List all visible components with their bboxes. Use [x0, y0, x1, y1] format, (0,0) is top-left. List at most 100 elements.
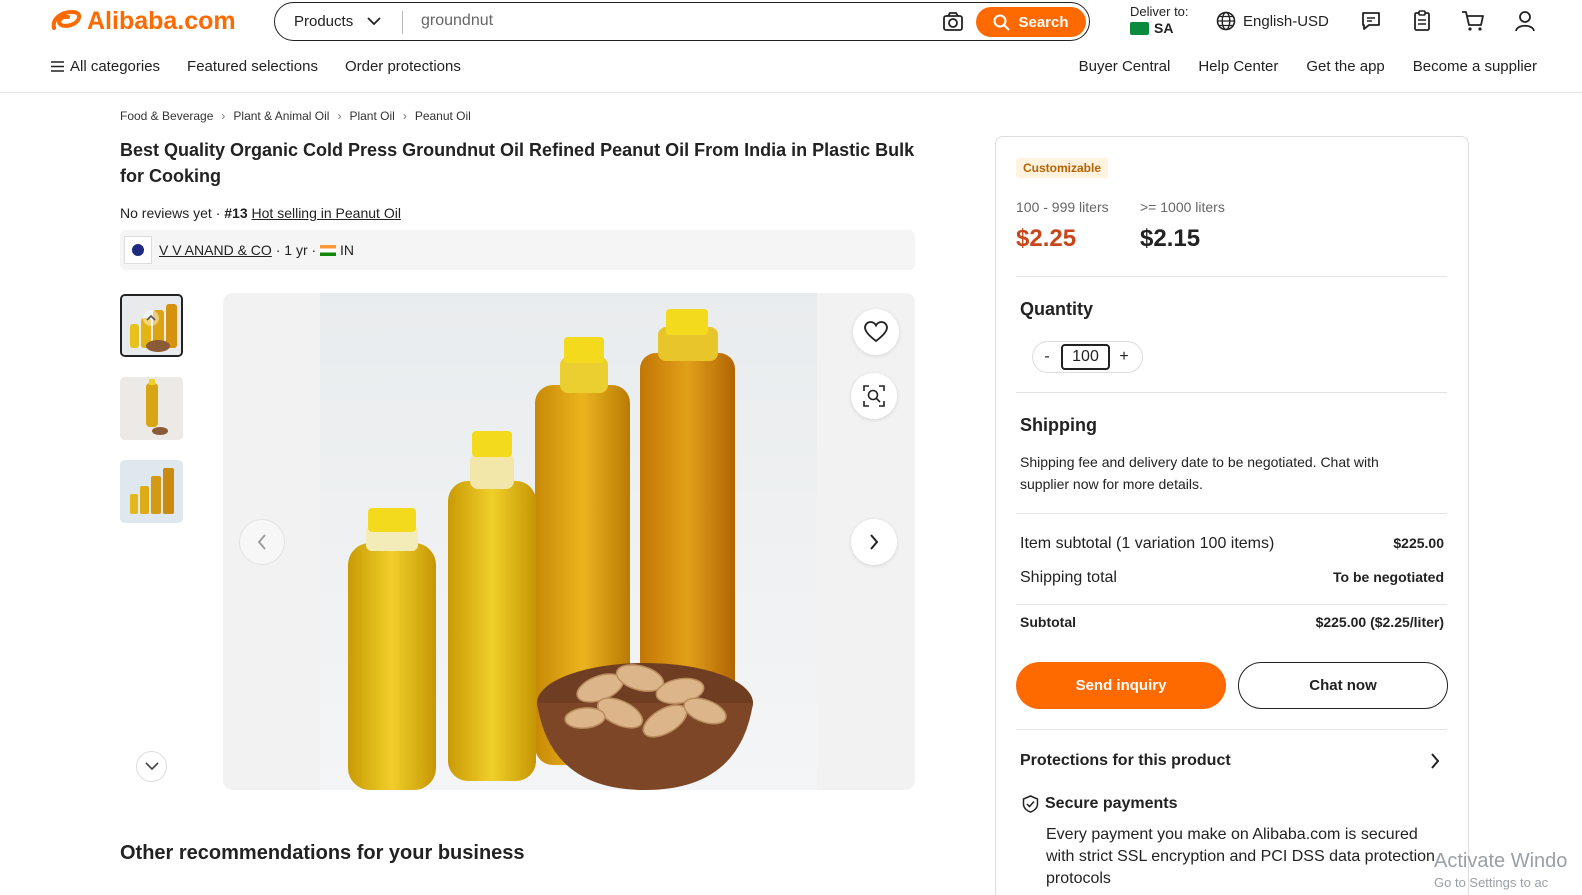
shipping-description: Shipping fee and delivery date to be neg…: [1020, 454, 1379, 492]
divider: [1016, 276, 1447, 277]
divider: [1016, 729, 1447, 730]
shipping-heading: Shipping: [1020, 415, 1097, 435]
order-protections-link[interactable]: Order protections: [345, 58, 461, 75]
subtotal-value: $225.00 ($2.25/liter): [1315, 614, 1444, 630]
reviews-text: No reviews yet: [120, 205, 212, 221]
chevron-right-icon: [1431, 753, 1440, 769]
alibaba-logo[interactable]: Alibaba.com: [50, 6, 236, 36]
protections-header[interactable]: Protections for this product: [1020, 752, 1440, 770]
subtotal-row: Subtotal $225.00 ($2.25/liter): [1020, 614, 1444, 630]
thumbnail-list: [120, 294, 183, 543]
search-button-label: Search: [1018, 13, 1069, 31]
main-product-image[interactable]: [320, 293, 817, 790]
supplier-logo[interactable]: [124, 236, 152, 264]
thumbnails-scroll-down-button[interactable]: [136, 751, 167, 782]
all-categories-link[interactable]: All categories: [51, 58, 160, 75]
orders-icon[interactable]: [1412, 10, 1432, 32]
deliver-country: SA: [1154, 20, 1174, 36]
shield-check-icon: [1022, 795, 1039, 813]
search-button[interactable]: Search: [976, 7, 1086, 37]
tier-price-2: $2.15: [1140, 225, 1201, 252]
watermark-line-1: Activate Windo: [1434, 850, 1568, 872]
chevron-left-icon: [257, 534, 266, 550]
item-subtotal-label: Item subtotal (1 variation 100 items): [1020, 535, 1275, 552]
quantity-heading: Quantity: [1020, 299, 1094, 319]
message-icon[interactable]: [1360, 10, 1382, 32]
tier-price-1: $2.25: [1016, 225, 1077, 252]
chevron-right-icon: ›: [221, 109, 226, 123]
account-icon[interactable]: [1514, 10, 1536, 32]
deliver-to[interactable]: Deliver to: SA: [1130, 4, 1189, 36]
subnav-left: All categories Featured selections Order…: [51, 58, 461, 75]
saudi-flag-icon: [1130, 21, 1149, 35]
recommendations-heading: Other recommendations for your business: [120, 842, 525, 864]
hot-selling-link[interactable]: Hot selling in Peanut Oil: [252, 205, 401, 221]
supplier-name-link[interactable]: V V ANAND & CO: [159, 242, 272, 258]
quantity-input[interactable]: [1061, 344, 1110, 370]
shipping-total-value: To be negotiated: [1333, 569, 1444, 585]
shipping-total-row: Shipping total To be negotiated: [1020, 569, 1444, 587]
globe-icon: [1216, 11, 1236, 31]
search-category-select[interactable]: Products: [294, 13, 381, 30]
search-input[interactable]: [421, 12, 921, 30]
chevron-right-icon: ›: [402, 109, 407, 123]
quantity-decrease-button[interactable]: -: [1033, 342, 1061, 372]
search-icon: [993, 14, 1011, 31]
quantity-increase-button[interactable]: +: [1110, 342, 1138, 372]
language-label: English-USD: [1243, 12, 1329, 30]
customizable-badge: Customizable: [1016, 158, 1109, 178]
cart-icon[interactable]: [1461, 10, 1485, 32]
thumbnail-3[interactable]: [120, 460, 183, 523]
image-search-button[interactable]: [851, 373, 897, 419]
menu-icon: [51, 61, 64, 72]
all-categories-label: All categories: [70, 58, 161, 75]
become-supplier-link[interactable]: Become a supplier: [1413, 58, 1537, 75]
image-search-icon: [863, 385, 885, 407]
thumbnail-image: [122, 296, 181, 355]
tier-range-1: 100 - 999 liters: [1016, 199, 1109, 215]
thumbnail-2[interactable]: [120, 377, 183, 440]
order-panel: Customizable 100 - 999 liters >= 1000 li…: [995, 136, 1469, 895]
search-category-label: Products: [294, 13, 354, 30]
favorite-button[interactable]: [853, 309, 899, 355]
divider: [1016, 392, 1447, 393]
peanut-oil-bottles-image: [348, 309, 753, 790]
chevron-right-icon: [870, 534, 879, 550]
previous-image-button[interactable]: [239, 519, 285, 565]
breadcrumb: Food & Beverage › Plant & Animal Oil › P…: [120, 109, 471, 123]
product-title: Best Quality Organic Cold Press Groundnu…: [120, 140, 915, 186]
supplier-country: IN: [339, 242, 354, 258]
breadcrumb-item[interactable]: Plant & Animal Oil: [233, 109, 329, 123]
subtotal-label: Subtotal: [1020, 614, 1076, 630]
divider: [1016, 604, 1447, 605]
alibaba-logo-icon: [51, 9, 82, 30]
thumbnail-image: [120, 377, 183, 440]
subnav-right: Buyer Central Help Center Get the app Be…: [1079, 58, 1537, 75]
supplier-bar: V V ANAND & CO · 1 yr · IN: [120, 230, 915, 270]
breadcrumb-item[interactable]: Plant Oil: [349, 109, 394, 123]
help-center-link[interactable]: Help Center: [1198, 58, 1278, 75]
next-image-button[interactable]: [851, 519, 897, 565]
windows-activation-watermark: Activate Windo Go to Settings to ac: [1434, 850, 1567, 894]
product-image-gallery: [223, 293, 915, 790]
reviews-line: No reviews yet · #13 Hot selling in Pean…: [120, 205, 401, 221]
thumbnail-image: [120, 460, 183, 523]
buyer-central-link[interactable]: Buyer Central: [1079, 58, 1171, 75]
featured-selections-link[interactable]: Featured selections: [187, 58, 318, 75]
get-the-app-link[interactable]: Get the app: [1306, 58, 1384, 75]
camera-search-icon[interactable]: [942, 12, 964, 32]
india-flag-icon: [320, 245, 337, 256]
rank-text: #13: [224, 205, 248, 221]
thumbnail-1[interactable]: [120, 294, 183, 357]
protections-title: Protections for this product: [1020, 752, 1231, 769]
language-currency-selector[interactable]: English-USD: [1216, 11, 1329, 31]
chat-now-button[interactable]: Chat now: [1238, 662, 1448, 709]
breadcrumb-item[interactable]: Peanut Oil: [415, 109, 471, 123]
heart-icon: [864, 321, 888, 343]
send-inquiry-button[interactable]: Send inquiry: [1016, 662, 1226, 709]
secure-payments-text: Every payment you make on Alibaba.com is…: [1046, 826, 1435, 887]
divider: [1016, 513, 1447, 514]
quantity-stepper: - +: [1032, 341, 1143, 373]
breadcrumb-item[interactable]: Food & Beverage: [120, 109, 213, 123]
logo-text: Alibaba.com: [87, 6, 236, 35]
